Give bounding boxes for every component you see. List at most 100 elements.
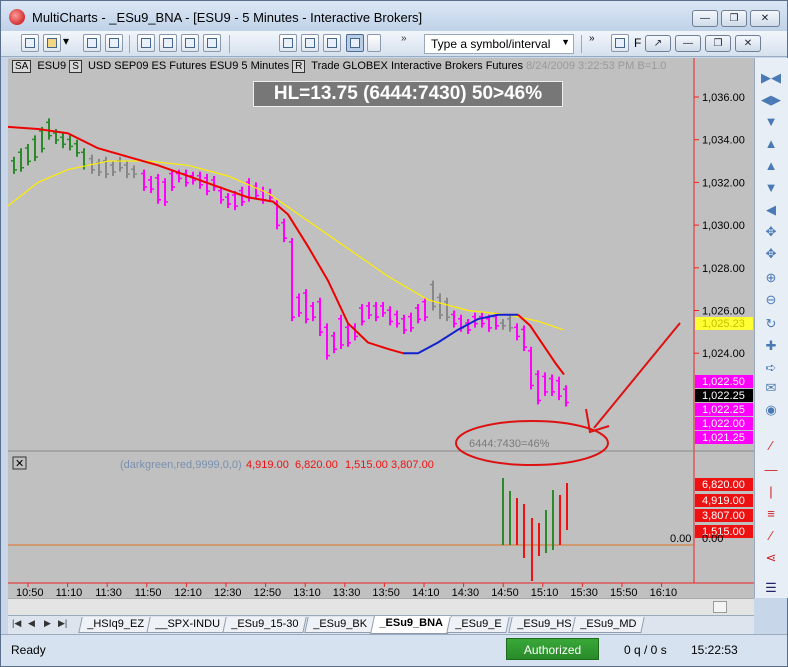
tab-first-icon[interactable]: |◀ [12,618,21,629]
fibonacci-icon[interactable]: ≡ [761,506,781,522]
scroll-up-icon[interactable]: ▲ [761,158,781,174]
price-marker-label: 1,022.25 [702,390,745,402]
toolbar-separator [229,35,230,53]
open-folder-icon[interactable] [43,34,61,52]
info-feed: Trade GLOBEX Interactive Brokers Futures [311,60,523,72]
zoom-out-icon[interactable]: ⊖ [761,292,781,308]
tab-esu9-md[interactable]: _ESu9_MD [571,617,645,633]
tab-spx-indu[interactable]: __SPX-INDU [146,617,229,633]
tab-esu9-bk[interactable]: _ESu9_BK [304,617,376,633]
channel-icon[interactable]: ∕ [761,528,781,544]
scroll-left-icon[interactable]: ◀ [761,202,781,218]
move-icon[interactable]: ✥ [761,224,781,240]
horizontal-scrollbar[interactable] [8,598,754,615]
tab-esu9-hs[interactable]: _ESu9_HS [508,617,581,633]
symbol-input[interactable]: Type a symbol/interval ▼ [424,34,574,54]
window-title: MultiCharts - _ESu9_BNA - [ESU9 - 5 Minu… [32,10,423,25]
info-description: USD SEP09 ES Futures ESU9 5 Minutes [87,60,290,72]
tab-last-icon[interactable]: ▶| [58,618,67,629]
chart-info-bar: SA ESU9 S USD SEP09 ES Futures ESU9 5 Mi… [12,60,666,76]
time-axis-label: 14:50 [491,587,519,598]
indicator-marker-label: 3,807.00 [702,510,745,522]
minimize-button[interactable]: — [692,10,718,27]
tab-label: _ESu9_MD [580,618,637,630]
tab-label: _HSIq9_EZ [87,618,145,630]
zoom-vertical-icon[interactable]: ▼ [761,114,781,130]
toolbar-overflow-icon[interactable]: » [589,33,595,44]
tab-prev-icon[interactable]: ◀ [28,618,35,629]
scanner-window-icon[interactable] [159,34,177,52]
price-axis-label: 1,032.00 [702,177,745,189]
drawing-toolbar: ▶◀ ◀▶ ▼ ▲ ▲ ▼ ◀ ✥ ✥ ⊕ ⊖ ↻ ✚ ➪ ✉ ◉ ∕ — | … [754,58,788,598]
chevron-down-icon[interactable]: ▼ [561,37,570,47]
eye-icon[interactable]: ◉ [761,402,781,418]
indicator-marker-label: 6,820.00 [702,479,745,491]
open-dropdown-icon[interactable]: ▾ [63,34,75,52]
zero-label: 0.00 [670,533,691,545]
child-close-button[interactable]: ✕ [735,35,761,52]
indicator-params: (darkgreen,red,9999,0,0) [120,459,242,471]
time-axis-label: 12:30 [214,587,242,598]
indicator-value: 6,820.00 [295,459,338,471]
andrews-pitchfork-icon[interactable]: ⋖ [761,550,781,566]
more-tools-icon[interactable]: ☰ [761,580,781,596]
chart-window-icon[interactable] [137,34,155,52]
price-chart[interactable]: 1,036.00 1,034.00 1,032.00 1,030.00 1,028.00… [8,58,754,598]
tab-label: __SPX-INDU [155,618,221,630]
close-button[interactable]: ✕ [750,10,780,27]
strategy-icon[interactable] [323,34,341,52]
crosshair-icon[interactable]: ✚ [761,338,781,354]
scrollbar-thumb[interactable] [713,601,727,613]
tab-next-icon[interactable]: ▶ [44,618,51,629]
indicator-icon[interactable] [301,34,319,52]
cursor-icon[interactable]: ➪ [761,360,781,376]
horizontal-line-icon[interactable]: — [761,462,781,478]
child-detach-button[interactable]: ↗ [645,35,671,52]
vertical-line-icon[interactable]: | [761,484,781,500]
child-minimize-button[interactable]: — [675,35,701,52]
time-axis-label: 16:10 [650,587,678,598]
price-axis-label: 1,024.00 [702,348,745,360]
print-icon[interactable] [105,34,123,52]
save-icon[interactable] [83,34,101,52]
sa-tag[interactable]: SA [12,60,32,73]
scroll-down-icon[interactable]: ▼ [761,180,781,196]
tab-esu9-15-30[interactable]: _ESu9_15-30 [222,617,307,633]
r-tag[interactable]: R [292,60,306,73]
chart-area[interactable]: 1,036.00 1,034.00 1,032.00 1,030.00 1,028.00… [8,58,754,598]
authorized-badge[interactable]: Authorized [506,638,599,660]
info-datetime: 8/24/2009 3:22:53 PM B=1.0 [526,60,667,72]
zoom-vertical-out-icon[interactable]: ▲ [761,136,781,152]
price-marker-label: 1,022.50 [702,376,745,388]
time-axis-label: 13:50 [372,587,400,598]
zoom-horizontal-icon[interactable]: ▶◀ [761,70,781,86]
format-icon[interactable] [611,34,629,52]
move-icon[interactable]: ✥ [761,246,781,262]
zoom-horizontal-out-icon[interactable]: ◀▶ [761,92,781,108]
more-dropdown-icon[interactable] [367,34,381,52]
time-axis-label: 15:30 [570,587,598,598]
restore-button[interactable]: ❐ [721,10,747,27]
tab-label: _ESu9_BNA [379,617,444,629]
price-marker-label: 1,022.25 [702,404,745,416]
trade-bar-icon[interactable] [346,34,364,52]
pattern-icon[interactable] [279,34,297,52]
time-axis-label: 12:50 [254,587,282,598]
quote-manager-icon[interactable] [203,34,221,52]
tab-esu9-bna[interactable]: _ESu9_BNA [370,616,452,634]
undo-zoom-icon[interactable]: ↻ [761,316,781,332]
toolbar-overflow-icon[interactable]: » [401,33,407,44]
zoom-in-icon[interactable]: ⊕ [761,270,781,286]
tab-hsiq9-ez[interactable]: _HSIq9_EZ [78,617,153,633]
price-axis-label: 1,026.00 [702,306,745,318]
dom-window-icon[interactable] [181,34,199,52]
tab-label: _ESu9_BK [313,618,368,630]
trendline-icon[interactable]: ∕ [761,438,781,454]
tab-esu9-e[interactable]: _ESu9_E [446,617,511,633]
time-axis-label: 15:10 [531,587,559,598]
child-restore-button[interactable]: ❐ [705,35,731,52]
price-axis-label: 1,028.00 [702,263,745,275]
data-tips-icon[interactable]: ✉ [761,380,781,396]
new-file-icon[interactable] [21,34,39,52]
s-tag[interactable]: S [69,60,82,73]
